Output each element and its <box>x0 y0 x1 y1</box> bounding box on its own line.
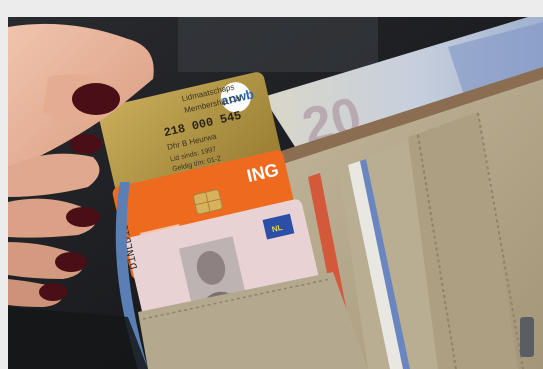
fingernail-5 <box>39 283 67 301</box>
fingernail-1 <box>72 83 120 115</box>
window-glare <box>178 17 378 72</box>
zipper-pull <box>520 317 534 357</box>
fingernail-3 <box>66 207 100 227</box>
wallet-photo: 20 anwb Lidmaatschaps Membership Car 218… <box>8 17 543 369</box>
photo: 20 anwb Lidmaatschaps Membership Car 218… <box>8 17 543 369</box>
fingernail-4 <box>55 252 87 272</box>
fingernail-2 <box>70 134 102 154</box>
